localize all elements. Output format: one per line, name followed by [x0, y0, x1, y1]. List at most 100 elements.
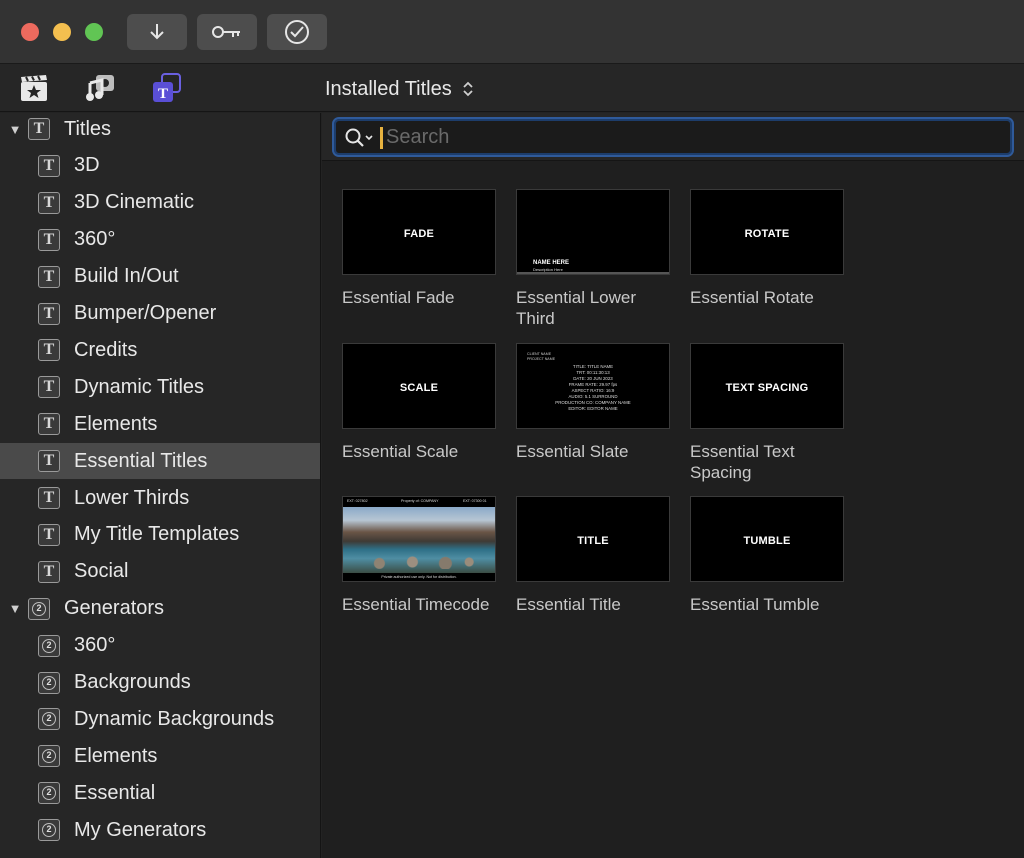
title-thumbnail[interactable]: TEXT SPACING [690, 343, 844, 429]
svg-text:T: T [158, 86, 168, 102]
sidebar-item-essential[interactable]: 2 Essential [0, 775, 320, 811]
slate-line: ASPECT RATIO: 16:9 [571, 388, 615, 393]
title-tile-essential-scale[interactable]: SCALE Essential Scale [342, 343, 498, 462]
title-thumbnail[interactable]: EXT: 027802 Property of: COMPANY EXT: 0730… [342, 496, 496, 582]
sidebar-item-my-generators[interactable]: 2 My Generators [0, 812, 320, 848]
title-icon: T [38, 339, 60, 362]
browser-content-popup[interactable]: Installed Titles [325, 76, 474, 102]
generator-icon-glyph: 2 [42, 749, 56, 764]
slate-line: FRAME RATE: 29.97 fps [568, 382, 618, 387]
sidebar-item-label: Essential Titles [74, 449, 208, 472]
sidebar-item-elements[interactable]: 2 Elements [0, 738, 320, 774]
thumbnail-text: SCALE [399, 382, 439, 394]
sidebar-item-label: Social [74, 560, 129, 583]
keywords-button[interactable] [197, 14, 257, 50]
title-name: Essential Slate [516, 442, 629, 461]
title-icon: T [38, 191, 60, 214]
sidebar-item-my-title-templates[interactable]: T My Title Templates [0, 517, 320, 553]
title-thumbnail[interactable]: CLIENT NAME PROJECT NAME TITLE: TITLE NAME… [516, 343, 670, 429]
title-thumbnail[interactable]: ROTATE [690, 189, 844, 275]
sidebar-item-3d-cinematic[interactable]: T 3D Cinematic [0, 185, 320, 221]
title-tile-essential-slate[interactable]: CLIENT NAME PROJECT NAME TITLE: TITLE NAME… [516, 343, 672, 462]
slate-line: AUDIO: 5.1 SURROUND [568, 394, 618, 399]
photos-audio-button[interactable] [84, 72, 116, 104]
sidebar-item-dynamic-titles[interactable]: T Dynamic Titles [0, 369, 320, 405]
sidebar-item-backgrounds[interactable]: 2 Backgrounds [0, 665, 320, 701]
title-icon: T [38, 302, 60, 325]
minimize-window-button[interactable] [53, 23, 71, 41]
sidebar-item-credits[interactable]: T Credits [0, 332, 320, 368]
sidebar-item-label: 3D Cinematic [74, 191, 195, 214]
sidebar-group-titles[interactable]: ▼ T Titles [0, 113, 320, 147]
title-name: Essential Fade [342, 288, 455, 307]
title-tile-essential-tumble[interactable]: TUMBLE Essential Tumble [690, 496, 846, 615]
sidebar-item-bumper-opener[interactable]: T Bumper/Opener [0, 296, 320, 332]
slate-line: DATE: 20 JUN 2023 [573, 376, 613, 381]
libraries-button[interactable] [18, 72, 50, 104]
sidebar-item-3d[interactable]: T 3D [0, 148, 320, 184]
download-arrow-icon [150, 24, 164, 40]
title-name: Essential Lower Third [516, 288, 637, 328]
title-tile-essential-timecode[interactable]: EXT: 027802 Property of: COMPANY EXT: 0730… [342, 496, 498, 615]
search-icon[interactable] [344, 127, 376, 149]
close-window-button[interactable] [21, 23, 39, 41]
zoom-window-button[interactable] [85, 23, 103, 41]
title-tile-essential-fade[interactable]: FADE Essential Fade [342, 189, 498, 308]
title-thumbnail[interactable]: NAME HERE Description Here [516, 189, 670, 275]
disclosure-triangle-icon[interactable]: ▼ [6, 601, 24, 616]
thumbnail-text: ROTATE [744, 228, 790, 240]
slate-line: EDITOR: EDITOR NAME [568, 406, 618, 411]
disclosure-triangle-icon[interactable]: ▼ [6, 122, 24, 137]
generator-icon-glyph: 2 [42, 638, 56, 653]
sidebar-item-label: Build In/Out [74, 265, 179, 288]
title-icon: T [38, 228, 60, 251]
title-icon: T [38, 450, 60, 473]
generator-icon: 2 [38, 708, 60, 731]
sidebar-item-label: Essential [74, 781, 156, 804]
sidebar-item-lower-thirds[interactable]: T Lower Thirds [0, 480, 320, 516]
sidebar-item-360[interactable]: 2 360° [0, 628, 320, 664]
text-caret [380, 127, 383, 149]
sidebar-item-label: Backgrounds [74, 671, 191, 693]
title-tile-essential-text-spacing[interactable]: TEXT SPACING Essential Text Spacing [690, 343, 846, 483]
generator-icon: 2 [38, 819, 60, 842]
sidebar-item-essential-titles[interactable]: T Essential Titles [0, 443, 320, 480]
titles-generators-button[interactable]: T [151, 72, 183, 104]
thumbnail-text: FADE [403, 228, 435, 240]
title-name: Essential Scale [342, 442, 459, 461]
clapper-star-icon [21, 75, 47, 101]
title-icon: T [38, 154, 60, 177]
chevron-updown-icon [463, 81, 473, 97]
sidebar-item-social[interactable]: T Social [0, 554, 320, 590]
generator-icon: 2 [38, 782, 60, 805]
generator-icon-glyph: 2 [42, 786, 56, 801]
sidebar-item-dynamic-backgrounds[interactable]: 2 Dynamic Backgrounds [0, 701, 320, 737]
sidebar-item-label: 360° [74, 228, 116, 251]
title-name: Essential Tumble [690, 595, 820, 614]
sidebar-item-label: Lower Thirds [74, 486, 190, 509]
timecode-label: Property of: COMPANY [401, 499, 439, 503]
sidebar-item-build-in-out[interactable]: T Build In/Out [0, 259, 320, 295]
sidebar-item-elements[interactable]: T Elements [0, 406, 320, 442]
generator-icon: 2 [38, 634, 60, 657]
checkmark-circle-icon [285, 20, 309, 44]
title-tile-essential-rotate[interactable]: ROTATE Essential Rotate [690, 189, 846, 308]
search-input[interactable] [386, 123, 986, 151]
title-thumbnail[interactable]: TUMBLE [690, 496, 844, 582]
popup-label: Installed Titles [325, 77, 452, 100]
title-icon: T [28, 118, 50, 140]
title-name: Essential Rotate [690, 288, 814, 307]
title-thumbnail[interactable]: SCALE [342, 343, 496, 429]
sidebar-group-generators[interactable]: ▼ 2 Generators [0, 591, 320, 627]
slate-line: PROJECT NAME [527, 357, 556, 361]
sidebar-item-label: 360° [74, 634, 116, 657]
import-button[interactable] [127, 14, 187, 50]
title-thumbnail[interactable]: FADE [342, 189, 496, 275]
window-titlebar [0, 0, 1024, 64]
sidebar-item-360[interactable]: T 360° [0, 222, 320, 258]
search-field[interactable] [332, 117, 1014, 157]
background-tasks-button[interactable] [267, 14, 327, 50]
title-thumbnail[interactable]: TITLE [516, 496, 670, 582]
title-tile-essential-lower-third[interactable]: NAME HERE Description Here Essential Lower… [516, 189, 672, 329]
title-tile-essential-title[interactable]: TITLE Essential Title [516, 496, 672, 615]
